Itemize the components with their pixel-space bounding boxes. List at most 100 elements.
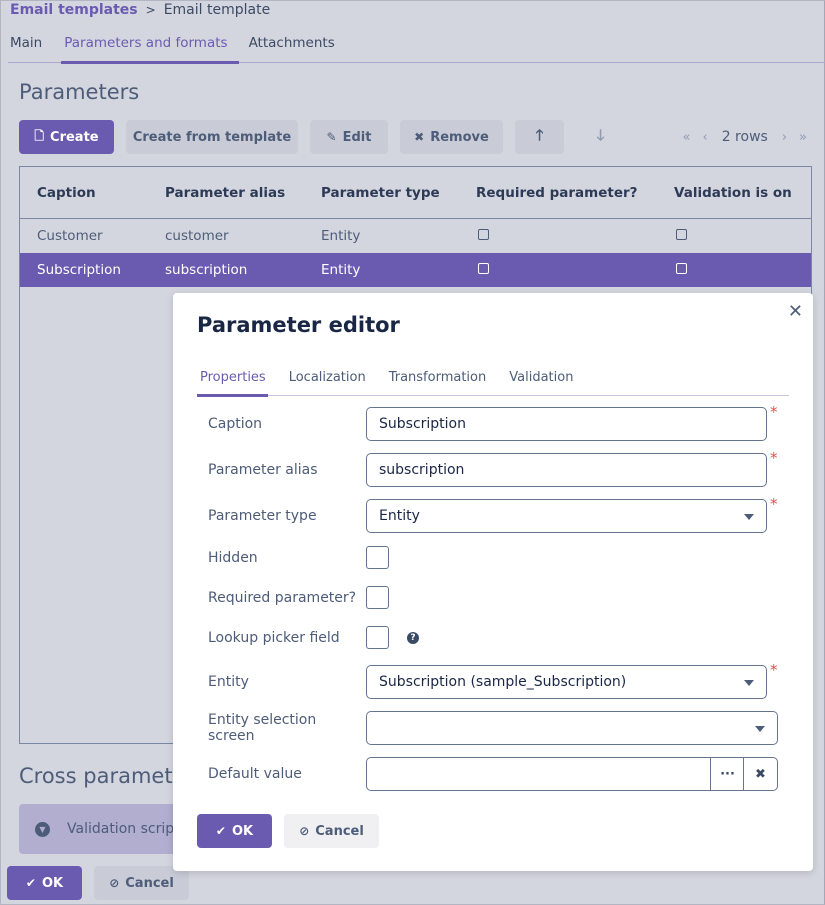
alias-input[interactable]: subscription bbox=[366, 453, 767, 487]
column-required-parameter[interactable]: Required parameter? bbox=[476, 185, 674, 201]
tab-properties[interactable]: Properties bbox=[197, 361, 268, 397]
entity-select[interactable]: Subscription (sample_Subscription) bbox=[366, 665, 767, 699]
dialog-title: Parameter editor bbox=[197, 313, 400, 337]
clear-button[interactable]: ✖ bbox=[743, 758, 777, 790]
default-value-row: Default value ··· ✖ bbox=[208, 757, 778, 791]
breadcrumb-link-email-templates[interactable]: Email templates bbox=[10, 2, 138, 18]
cancel-icon: ⊘ bbox=[299, 824, 310, 838]
window-buttons: ✔ OK ⊘ Cancel bbox=[7, 866, 189, 900]
parameters-toolbar: 🗋 Create Create from template ✎ Edit ✖ R… bbox=[19, 120, 813, 154]
first-page-button[interactable]: « bbox=[677, 130, 697, 145]
validation-script-label: Validation script bbox=[67, 821, 180, 837]
breadcrumb-separator: > bbox=[145, 3, 156, 17]
arrow-up-icon: 🡑 bbox=[535, 125, 544, 144]
dialog-cancel-label: Cancel bbox=[315, 823, 364, 839]
hidden-label: Hidden bbox=[208, 549, 258, 566]
table-row-selected[interactable]: Subscription subscription Entity bbox=[20, 253, 811, 287]
check-icon: ✔ bbox=[25, 876, 36, 890]
column-validation-is-on[interactable]: Validation is on bbox=[674, 185, 804, 201]
tab-attachments[interactable]: Attachments bbox=[247, 26, 346, 62]
required-param-label: Required parameter? bbox=[208, 589, 357, 606]
validation-checkbox bbox=[676, 229, 687, 240]
check-icon: ✔ bbox=[215, 824, 226, 838]
lookup-picker-row: Lookup picker field ? bbox=[208, 626, 419, 649]
dropdown-arrow-icon bbox=[744, 680, 754, 686]
required-mark: * bbox=[770, 661, 778, 679]
cancel-button[interactable]: ⊘ Cancel bbox=[94, 866, 189, 900]
entity-value: Subscription (sample_Subscription) bbox=[379, 674, 627, 690]
create-label: Create bbox=[50, 129, 99, 145]
dropdown-arrow-icon bbox=[755, 726, 765, 732]
ok-button[interactable]: ✔ OK bbox=[7, 866, 82, 900]
create-from-template-label: Create from template bbox=[132, 129, 292, 145]
type-row: Parameter type Entity * bbox=[208, 495, 778, 533]
move-down-button[interactable]: 🡓 bbox=[576, 120, 625, 154]
remove-icon: ✖ bbox=[414, 130, 425, 144]
cancel-label: Cancel bbox=[125, 875, 174, 891]
required-param-checkbox[interactable] bbox=[366, 586, 389, 609]
pagination: « ‹ 2 rows › » bbox=[677, 129, 813, 145]
default-value-label: Default value bbox=[208, 766, 302, 782]
cross-parameters-title: Cross parameter bbox=[19, 764, 195, 788]
create-from-template-button[interactable]: Create from template bbox=[126, 120, 298, 154]
lookup-picker-label: Lookup picker field bbox=[208, 629, 340, 646]
arrow-down-icon: 🡓 bbox=[596, 125, 605, 144]
column-caption[interactable]: Caption bbox=[20, 185, 165, 201]
dialog-tabs: Properties Localization Transformation V… bbox=[197, 361, 789, 397]
dialog-buttons: ✔ OK ⊘ Cancel bbox=[197, 814, 379, 848]
tab-validation[interactable]: Validation bbox=[506, 361, 573, 395]
required-mark: * bbox=[770, 449, 778, 467]
required-mark: * bbox=[770, 403, 778, 421]
rows-count: 2 rows bbox=[721, 129, 768, 145]
column-parameter-alias[interactable]: Parameter alias bbox=[165, 185, 321, 201]
cell-caption: Subscription bbox=[37, 262, 121, 278]
entity-screen-select[interactable] bbox=[366, 711, 778, 745]
alias-value: subscription bbox=[379, 462, 465, 478]
type-value: Entity bbox=[379, 508, 420, 524]
alias-row: Parameter alias subscription * bbox=[208, 449, 778, 487]
parameters-title: Parameters bbox=[19, 80, 140, 104]
required-checkbox bbox=[478, 263, 489, 274]
create-button[interactable]: 🗋 Create bbox=[19, 120, 114, 154]
table-row[interactable]: Customer customer Entity bbox=[20, 219, 811, 253]
entity-label: Entity bbox=[208, 674, 249, 690]
column-parameter-type[interactable]: Parameter type bbox=[321, 185, 476, 201]
default-value-input[interactable]: ··· ✖ bbox=[366, 757, 778, 791]
tab-transformation[interactable]: Transformation bbox=[386, 361, 487, 395]
breadcrumb-current: Email template bbox=[163, 2, 271, 18]
entity-screen-label: Entity selection screen bbox=[208, 712, 317, 744]
tab-localization[interactable]: Localization bbox=[286, 361, 366, 395]
cell-alias: customer bbox=[165, 228, 229, 244]
ok-label: OK bbox=[41, 875, 64, 891]
main-tabs: Main Parameters and formats Attachments bbox=[8, 26, 825, 64]
close-icon[interactable]: ✕ bbox=[788, 301, 803, 322]
move-up-button[interactable]: 🡑 bbox=[515, 120, 564, 154]
edit-button[interactable]: ✎ Edit bbox=[310, 120, 388, 154]
cell-caption: Customer bbox=[37, 228, 103, 244]
ellipsis-picker-button[interactable]: ··· bbox=[710, 758, 744, 790]
remove-button[interactable]: ✖ Remove bbox=[400, 120, 503, 154]
caption-value: Subscription bbox=[379, 416, 466, 432]
lookup-picker-checkbox[interactable] bbox=[366, 626, 389, 649]
required-param-row: Required parameter? bbox=[208, 586, 389, 609]
edit-label: Edit bbox=[342, 129, 372, 145]
entity-row: Entity Subscription (sample_Subscription… bbox=[208, 661, 778, 699]
type-label: Parameter type bbox=[208, 508, 317, 524]
file-icon: 🗋 bbox=[34, 128, 45, 143]
pencil-icon: ✎ bbox=[326, 130, 337, 144]
last-page-button[interactable]: » bbox=[793, 130, 813, 145]
tab-parameters-and-formats[interactable]: Parameters and formats bbox=[61, 26, 239, 64]
prev-page-button[interactable]: ‹ bbox=[697, 130, 714, 145]
caption-input[interactable]: Subscription bbox=[366, 407, 767, 441]
tab-main[interactable]: Main bbox=[8, 26, 53, 62]
question-circle-icon[interactable]: ? bbox=[407, 631, 419, 644]
entity-screen-row: Entity selection screen bbox=[208, 711, 778, 745]
hidden-checkbox[interactable] bbox=[366, 546, 389, 569]
dropdown-arrow-icon bbox=[744, 514, 754, 520]
next-page-button[interactable]: › bbox=[776, 130, 793, 145]
hidden-row: Hidden bbox=[208, 546, 389, 569]
type-select[interactable]: Entity bbox=[366, 499, 767, 533]
dialog-ok-button[interactable]: ✔ OK bbox=[197, 814, 272, 848]
parameter-editor-dialog: ✕ Parameter editor Properties Localizati… bbox=[173, 293, 813, 871]
dialog-cancel-button[interactable]: ⊘ Cancel bbox=[284, 814, 379, 848]
